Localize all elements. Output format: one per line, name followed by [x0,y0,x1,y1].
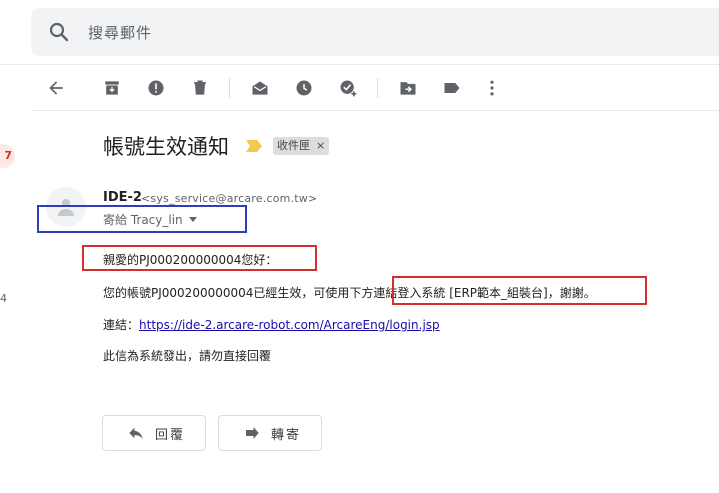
snooze-button[interactable] [290,74,318,102]
email-view: 搜尋郵件 7 4 帳號生效通知 收件匣 × IDE-2 <sys_service… [0,0,719,493]
reply-icon [129,427,143,439]
add-task-button[interactable] [334,74,362,102]
report-spam-button[interactable] [142,74,170,102]
footer-text: 此信為系統發出，請勿直接回覆 [103,349,272,363]
reply-button[interactable]: 回覆 [102,415,206,451]
report-spam-icon [148,80,164,96]
sender-email: <sys_service@arcare.com.tw> [141,192,318,205]
toolbar-divider [31,110,719,111]
move-to-icon [400,82,416,95]
header-divider [0,64,719,65]
greeting-highlight-box [82,245,317,271]
search-bar[interactable]: 搜尋郵件 [31,8,719,56]
mark-unread-button[interactable] [246,74,274,102]
forward-label: 轉寄 [271,427,302,443]
recipient-highlight-box [37,205,247,233]
sidebar-count: 4 [0,292,7,305]
label-button[interactable] [438,74,466,102]
remove-label-icon[interactable]: × [316,137,325,155]
toolbar-separator [229,78,230,98]
inbox-label-text: 收件匣 [277,139,310,152]
delete-button[interactable] [186,74,214,102]
more-button[interactable] [478,74,506,102]
back-button[interactable] [42,74,70,102]
sender-name[interactable]: IDE-2 [103,190,142,205]
add-task-icon [340,80,357,97]
reply-label: 回覆 [155,427,186,443]
link-prefix: 連結： [103,318,140,332]
toolbar-separator [377,78,378,98]
back-arrow-icon [49,81,63,95]
forward-icon [246,427,259,439]
archive-icon [105,81,119,95]
unread-count-badge[interactable]: 7 [0,144,15,168]
important-marker-icon[interactable] [246,140,262,152]
system-highlight-box [392,276,647,305]
email-subject: 帳號生效通知 [103,135,229,159]
forward-button[interactable]: 轉寄 [218,415,322,451]
label-icon [444,83,460,93]
search-input[interactable]: 搜尋郵件 [88,22,152,43]
link-line: 連結：https://ide-2.arcare-robot.com/Arcare… [103,316,440,333]
search-icon[interactable] [47,20,71,44]
mark-unread-icon [252,81,268,95]
login-link[interactable]: https://ide-2.arcare-robot.com/ArcareEng… [139,318,440,332]
archive-button[interactable] [98,74,126,102]
more-vertical-icon [490,80,494,96]
snooze-icon [296,80,312,96]
move-to-button[interactable] [394,74,422,102]
delete-icon [194,80,206,95]
inbox-label-chip: 收件匣 × [273,137,330,155]
